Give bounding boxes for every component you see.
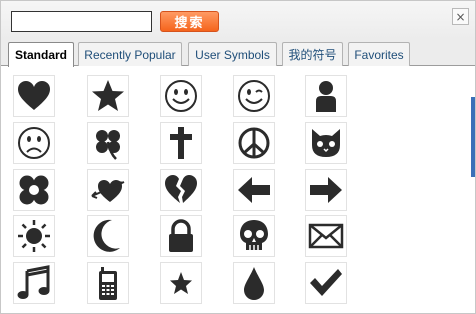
cat-icon [312, 129, 340, 157]
search-input[interactable] [11, 11, 152, 32]
music-note-icon [17, 265, 50, 299]
symbol-sun[interactable] [13, 215, 55, 257]
symbol-arrow-left[interactable] [233, 169, 275, 211]
symbol-checkmark[interactable] [305, 262, 347, 304]
arrow-left-icon [238, 177, 270, 203]
cross-icon [170, 127, 192, 159]
tab-recently-popular[interactable]: Recently Popular [78, 42, 182, 66]
tab-bar: Standard Recently Popular User Symbols 我… [1, 39, 475, 67]
heart-arrow-icon [91, 180, 125, 202]
close-icon: × [455, 9, 466, 24]
symbol-heart-arrow[interactable] [87, 169, 129, 211]
drop-icon [244, 267, 264, 300]
person-icon [316, 81, 336, 112]
symbol-heart[interactable] [13, 75, 55, 117]
arrow-right-icon [310, 177, 342, 203]
small-star-icon [170, 272, 192, 294]
flower-icon [19, 175, 49, 205]
cellphone-icon [99, 267, 117, 300]
checkmark-icon [310, 269, 342, 296]
search-button[interactable]: 搜索 [160, 11, 219, 32]
symbol-drop[interactable] [233, 262, 275, 304]
symbol-flower[interactable] [13, 169, 55, 211]
smiley-icon [165, 80, 197, 112]
symbol-small-star[interactable] [160, 262, 202, 304]
tab-my-symbols[interactable]: 我的符号 [282, 42, 343, 66]
close-button[interactable]: × [452, 8, 469, 25]
symbol-star[interactable] [87, 75, 129, 117]
symbol-peace[interactable] [233, 122, 275, 164]
wink-icon [238, 80, 270, 112]
symbol-wink[interactable] [233, 75, 275, 117]
search-bar: 搜索 × [1, 1, 475, 39]
skull-icon [240, 220, 268, 250]
symbol-music-note[interactable] [13, 262, 55, 304]
symbol-broken-heart[interactable] [160, 169, 202, 211]
symbol-frown[interactable] [13, 122, 55, 164]
tab-favorites[interactable]: Favorites [348, 42, 410, 66]
symbol-envelope[interactable] [305, 215, 347, 257]
symbol-cross[interactable] [160, 122, 202, 164]
symbol-smiley[interactable] [160, 75, 202, 117]
scroll-indicator [471, 97, 475, 177]
symbol-moon[interactable] [87, 215, 129, 257]
symbol-grid [1, 67, 475, 314]
lock-icon [169, 219, 193, 252]
frown-icon [18, 127, 50, 159]
symbol-arrow-right[interactable] [305, 169, 347, 211]
peace-icon [238, 127, 270, 159]
tab-user-symbols[interactable]: User Symbols [188, 42, 277, 66]
symbol-skull[interactable] [233, 215, 275, 257]
sun-icon [18, 220, 50, 252]
symbol-clover[interactable] [87, 122, 129, 164]
star-icon [92, 80, 124, 111]
broken-heart-icon [165, 175, 197, 203]
symbol-cat[interactable] [305, 122, 347, 164]
tab-standard[interactable]: Standard [8, 42, 74, 67]
symbol-cellphone[interactable] [87, 262, 129, 304]
symbol-lock[interactable] [160, 215, 202, 257]
symbol-person[interactable] [305, 75, 347, 117]
envelope-icon [308, 223, 344, 249]
symbol-picker-panel: 搜索 × Standard Recently Popular User Symb… [0, 0, 476, 314]
clover-icon [96, 130, 120, 160]
moon-icon [93, 219, 120, 252]
heart-icon [18, 81, 50, 110]
